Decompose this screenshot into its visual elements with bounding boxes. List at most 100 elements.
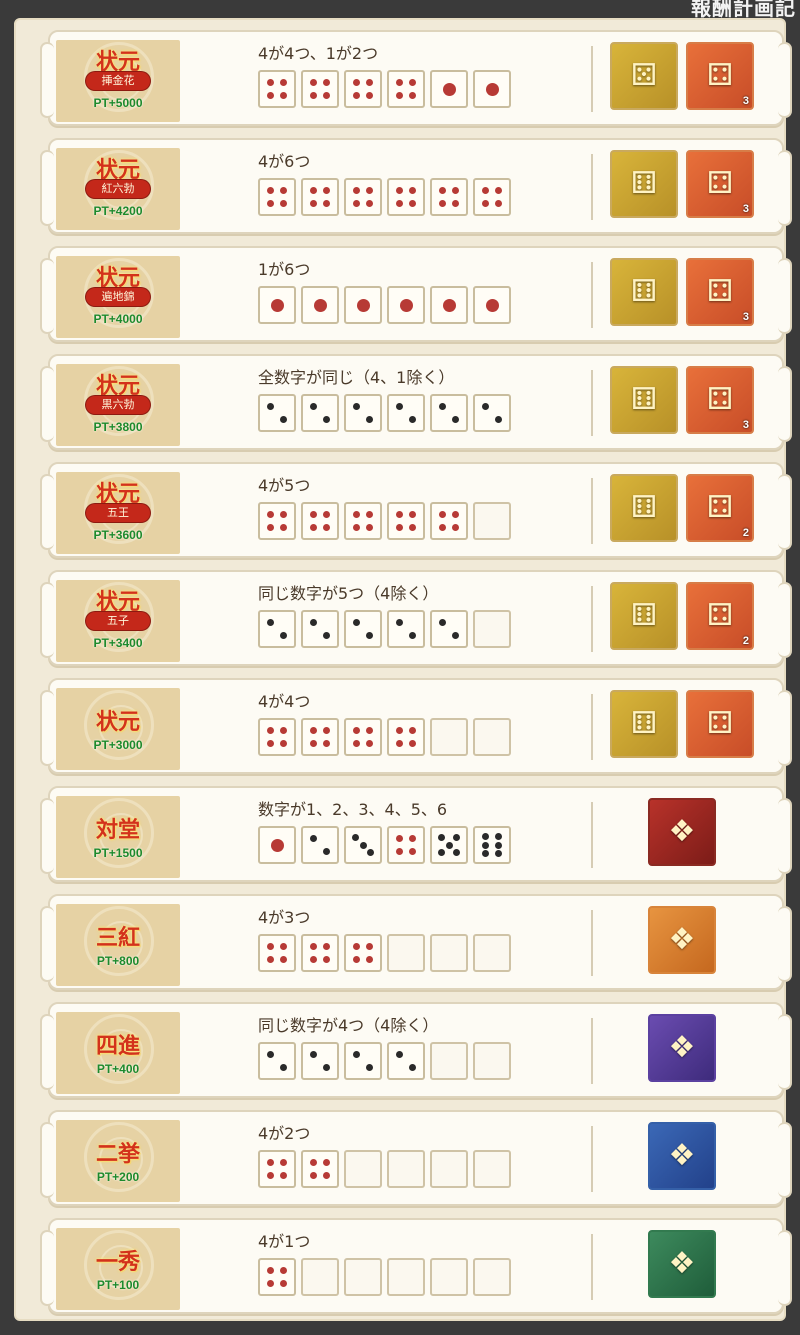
die-pip bbox=[266, 1172, 274, 1180]
die-pip bbox=[452, 510, 460, 518]
row-divider bbox=[591, 910, 593, 976]
die-pip bbox=[366, 632, 374, 640]
die-pip bbox=[352, 200, 360, 208]
die-pip bbox=[280, 942, 288, 950]
empty-die-slot bbox=[344, 1150, 382, 1188]
condition-text: 1が6つ bbox=[258, 260, 311, 279]
ticket-icon[interactable]: ⚃ 3 bbox=[686, 366, 754, 434]
reward-glyph: ❖ bbox=[668, 814, 696, 849]
ticket-icon[interactable]: ⚃ 3 bbox=[686, 42, 754, 110]
condition-text: 4が4つ bbox=[258, 692, 311, 711]
dice-chest-icon[interactable]: ⚅ bbox=[610, 366, 678, 434]
die-pip bbox=[395, 78, 403, 86]
empty-die-slot bbox=[387, 1258, 425, 1296]
reward-glyph: ❖ bbox=[668, 922, 696, 957]
die-face-1 bbox=[344, 286, 382, 324]
rank-points: PT+3800 bbox=[93, 420, 143, 434]
die-face-2 bbox=[258, 394, 296, 432]
die-pip bbox=[438, 618, 446, 626]
die-pip bbox=[352, 740, 360, 748]
reward-list-panel: 状元 挿金花 PT+5000 4が4つ、1が2つ ⚄ ⚃ 3 状元 紅六勃 PT+4200 4が6つ… bbox=[14, 18, 792, 1321]
purple-chest-icon[interactable]: ❖ bbox=[648, 1014, 716, 1082]
ticket-icon[interactable]: ⚃ 2 bbox=[686, 474, 754, 542]
die-pip bbox=[366, 200, 374, 208]
ticket-icon[interactable]: ⚃ bbox=[686, 690, 754, 758]
die-pip bbox=[309, 1158, 317, 1166]
die-pip bbox=[323, 632, 331, 640]
rank-title: 三紅 bbox=[95, 926, 140, 951]
die-pip bbox=[280, 1158, 288, 1166]
dice-chest-icon[interactable]: ⚅ bbox=[610, 258, 678, 326]
die-face-4 bbox=[387, 718, 425, 756]
die-pip bbox=[309, 200, 317, 208]
dice-chest-icon[interactable]: ⚅ bbox=[610, 582, 678, 650]
die-pip bbox=[366, 78, 374, 86]
rank-points: PT+100 bbox=[96, 1278, 140, 1292]
die-pip bbox=[495, 200, 503, 208]
die-pip bbox=[352, 956, 360, 964]
rank-badge: 状元 挿金花 PT+5000 bbox=[56, 40, 180, 122]
die-pip bbox=[309, 78, 317, 86]
die-pip bbox=[280, 1172, 288, 1180]
die-pip bbox=[409, 1064, 417, 1072]
die-face-2 bbox=[344, 1042, 382, 1080]
die-pip bbox=[323, 740, 331, 748]
reward-row: 状元 五王 PT+3600 4が5つ ⚅ ⚃ 2 bbox=[36, 462, 796, 558]
row-divider bbox=[591, 262, 593, 328]
reward-row: 状元 挿金花 PT+5000 4が4つ、1が2つ ⚄ ⚃ 3 bbox=[36, 30, 796, 126]
die-pip bbox=[485, 298, 499, 312]
die-pip bbox=[323, 78, 331, 86]
reward-row: 状元 紅六勃 PT+4200 4が6つ ⚅ ⚃ 3 bbox=[36, 138, 796, 234]
empty-die-slot bbox=[430, 1042, 468, 1080]
ticket-icon[interactable]: ⚃ 3 bbox=[686, 150, 754, 218]
die-pip bbox=[266, 1050, 274, 1058]
reward-count: 3 bbox=[742, 203, 749, 215]
die-pip bbox=[280, 632, 288, 640]
die-pip bbox=[438, 848, 446, 856]
die-pip bbox=[409, 416, 417, 424]
die-pip bbox=[438, 524, 446, 532]
die-pip bbox=[409, 78, 417, 86]
die-pip bbox=[323, 1064, 331, 1072]
condition-text: 4が4つ、1が2つ bbox=[258, 44, 379, 63]
die-pip bbox=[280, 416, 288, 424]
dice-chest-icon[interactable]: ⚅ bbox=[610, 474, 678, 542]
green-chest-icon[interactable]: ❖ bbox=[648, 1230, 716, 1298]
die-pip bbox=[323, 1172, 331, 1180]
die-pip bbox=[438, 200, 446, 208]
die-pip bbox=[481, 850, 489, 857]
die-pip bbox=[366, 942, 374, 950]
die-pip bbox=[409, 186, 417, 194]
red-chest-icon[interactable]: ❖ bbox=[648, 798, 716, 866]
die-face-2 bbox=[387, 1042, 425, 1080]
condition-text: 同じ数字が4つ（4除く） bbox=[258, 1016, 439, 1035]
dice-chest-icon[interactable]: ⚅ bbox=[610, 150, 678, 218]
die-pip bbox=[266, 92, 274, 100]
die-pip bbox=[438, 402, 446, 410]
die-pip bbox=[481, 402, 489, 410]
die-pip bbox=[280, 726, 288, 734]
die-pip bbox=[366, 1064, 374, 1072]
die-face-4 bbox=[258, 934, 296, 972]
dice-chest-icon[interactable]: ⚅ bbox=[610, 690, 678, 758]
die-pip bbox=[356, 298, 370, 312]
die-pip bbox=[366, 510, 374, 518]
header-corner-text: 報酬計画記 bbox=[691, 0, 796, 20]
ticket-icon[interactable]: ⚃ 3 bbox=[686, 258, 754, 326]
die-face-2 bbox=[387, 610, 425, 648]
blue-chest-icon[interactable]: ❖ bbox=[648, 1122, 716, 1190]
die-face-4 bbox=[301, 1150, 339, 1188]
reward-glyph: ⚅ bbox=[630, 490, 658, 525]
orange-chest-icon[interactable]: ❖ bbox=[648, 906, 716, 974]
die-pip bbox=[280, 524, 288, 532]
die-face-4 bbox=[301, 70, 339, 108]
rank-subtitle: 挿金花 bbox=[86, 72, 150, 90]
die-face-2 bbox=[344, 610, 382, 648]
reward-glyph: ❖ bbox=[668, 1138, 696, 1173]
row-divider bbox=[591, 370, 593, 436]
gold-dice-chest-icon[interactable]: ⚄ bbox=[610, 42, 678, 110]
die-pip bbox=[280, 1064, 288, 1072]
die-face-4 bbox=[301, 502, 339, 540]
ticket-icon[interactable]: ⚃ 2 bbox=[686, 582, 754, 650]
die-pip bbox=[323, 956, 331, 964]
